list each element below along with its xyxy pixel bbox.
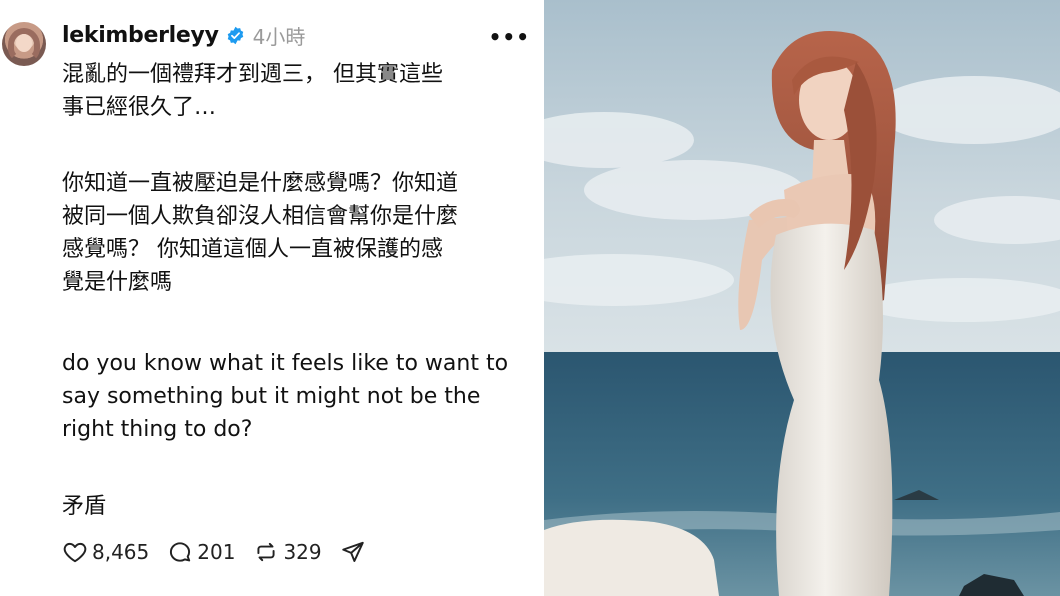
heart-icon	[63, 542, 87, 563]
post-paragraph-2: 你知道一直被壓迫是什麼感覺嗎？你知道 被同一個人欺負卻沒人相信會幫你是什麼 感覺…	[62, 171, 459, 295]
repost-icon	[257, 542, 276, 562]
share-button[interactable]	[340, 539, 370, 565]
threads-post: lekimberleyy 4小時 ••• 混亂的一個禮拜才到週三， 但其實這些 …	[0, 0, 544, 596]
verified-badge-icon	[227, 26, 243, 44]
photo-panel	[544, 0, 1060, 596]
post-actions: 8,465 201 329	[62, 536, 388, 568]
avatar[interactable]	[2, 22, 46, 66]
like-count: 8,465	[92, 540, 150, 564]
more-options-button[interactable]: •••	[489, 25, 530, 49]
comment-button[interactable]: 201	[167, 539, 235, 565]
share-icon	[341, 541, 364, 562]
repost-count: 329	[283, 540, 322, 564]
comment-icon	[170, 542, 191, 562]
post-paragraph-4: 矛盾	[62, 494, 107, 519]
comment-count: 201	[197, 540, 236, 564]
username[interactable]: lekimberleyy	[62, 23, 219, 48]
post-paragraph-1: 混亂的一個禮拜才到週三， 但其實這些 事已經很久了…	[62, 62, 443, 120]
post-time: 4小時	[252, 24, 306, 49]
post-header: lekimberleyy 4小時 •••	[62, 17, 530, 53]
post-paragraph-3: do you know what it feels like to want t…	[62, 351, 509, 442]
beach-portrait-image	[544, 0, 1060, 596]
like-button[interactable]: 8,465	[62, 539, 149, 565]
avatar-face	[16, 34, 32, 52]
repost-button[interactable]: 329	[253, 539, 322, 565]
